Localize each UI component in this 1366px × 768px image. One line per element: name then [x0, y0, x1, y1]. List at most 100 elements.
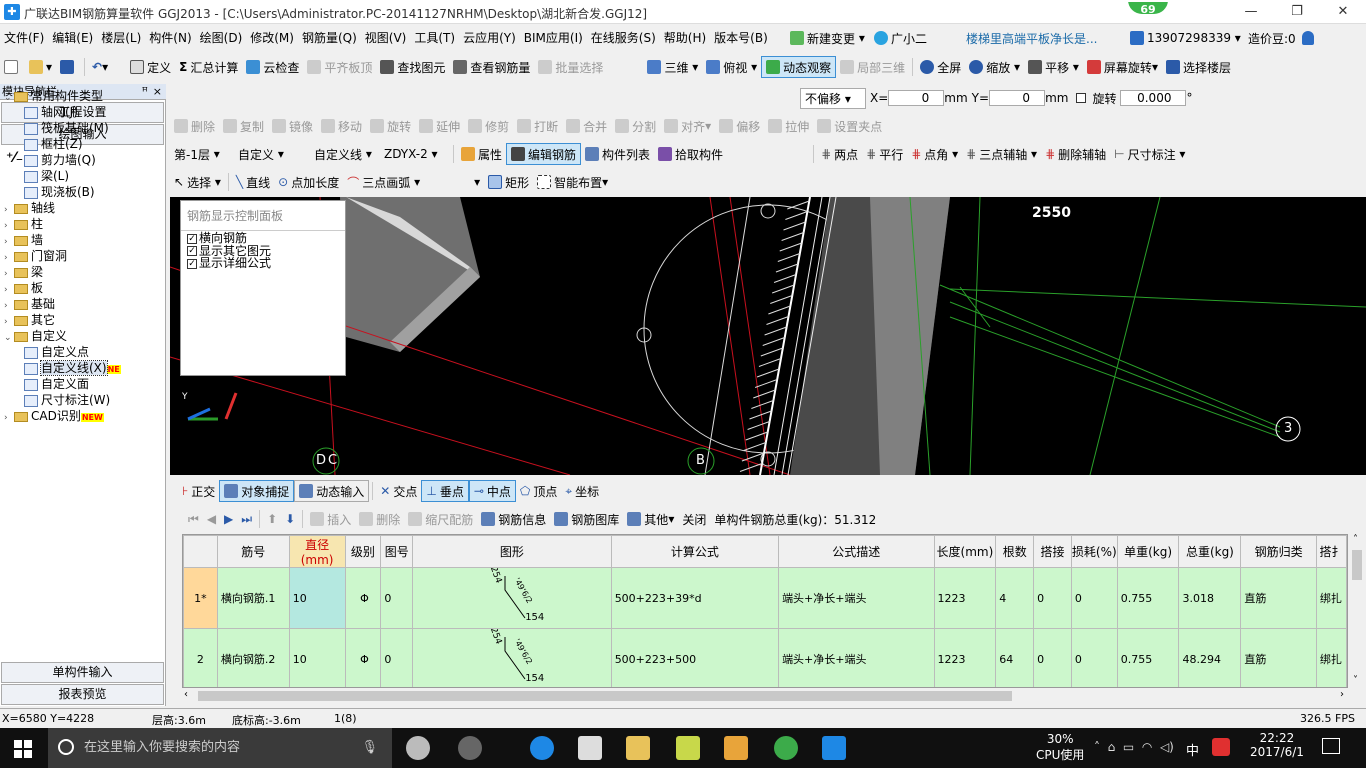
close-button[interactable]: ✕ — [1320, 0, 1366, 24]
insert-row-button[interactable]: 插入 — [306, 508, 355, 530]
pick-component-button[interactable]: 拾取构件 — [654, 143, 727, 165]
rectangle-button[interactable]: 矩形 — [484, 171, 533, 193]
checkbox-checked[interactable]: ✓ — [187, 233, 197, 244]
smart-layout-button[interactable]: 智能布置 ▾ — [533, 171, 612, 193]
maximize-button[interactable]: ❐ — [1274, 0, 1320, 24]
screen-rotate-button[interactable]: 屏幕旋转 ▾ — [1083, 56, 1162, 78]
midpoint-snap-button[interactable]: ⊸ 中点 — [468, 480, 516, 502]
col-count[interactable]: 根数 — [995, 535, 1035, 568]
menu-rebar[interactable]: 钢筋量(Q) — [298, 25, 361, 51]
arc-options-dropdown[interactable]: ▾ — [424, 171, 484, 193]
tree-item[interactable]: 筏板基础(M) — [4, 120, 164, 136]
tree-item[interactable]: ⌄ 常用构件类型 — [4, 88, 164, 104]
new-change-button[interactable]: 新建变更 ▾ — [790, 25, 865, 51]
tree-item[interactable]: › 墙 — [4, 232, 164, 248]
microphone-icon[interactable]: 🎙 — [361, 728, 378, 768]
scroll-left-icon[interactable]: ‹ — [184, 689, 188, 700]
dimension-button[interactable]: ⊢ 尺寸标注 ▾ — [1110, 143, 1189, 165]
cell-length[interactable]: 1223 — [933, 567, 997, 629]
ortho-button[interactable]: ⊦ 正交 — [178, 480, 219, 502]
tree-item[interactable]: 现浇板(B) — [4, 184, 164, 200]
delete-axis-button[interactable]: ⋕ 删除辅轴 — [1041, 143, 1110, 165]
cell-total-weight[interactable]: 3.018 — [1178, 567, 1242, 629]
col-shape[interactable]: 图形 — [412, 535, 612, 568]
component-name-select[interactable]: ZDYX-2 ▾ — [380, 143, 450, 165]
sogou-ime-icon[interactable] — [1212, 738, 1230, 756]
cell-figure-no[interactable]: 0 — [380, 567, 414, 629]
set-grip-button[interactable]: 设置夹点 — [813, 115, 886, 137]
cell-loss[interactable]: 0 — [1070, 628, 1118, 687]
col-formula-desc[interactable]: 公式描述 — [778, 535, 935, 568]
menu-bim[interactable]: BIM应用(I) — [520, 25, 587, 51]
stretch-button[interactable]: 拉伸 — [764, 115, 813, 137]
cell-length[interactable]: 1223 — [933, 628, 997, 687]
type-select[interactable]: 自定义 ▾ — [234, 143, 310, 165]
dynamic-input-button[interactable]: 动态输入 — [294, 480, 370, 502]
new-file-button[interactable] — [0, 56, 25, 78]
menu-tools[interactable]: 工具(T) — [410, 25, 459, 51]
offset-button[interactable]: 偏移 — [715, 115, 764, 137]
assistant-button[interactable]: 广小二 — [874, 25, 927, 51]
show-detailed-formula-option[interactable]: ✓ 显示详细公式 — [181, 257, 345, 269]
edit-rebar-button[interactable]: 编辑钢筋 — [506, 143, 582, 165]
parallel-axis-button[interactable]: ⋕ 平行 — [862, 143, 907, 165]
cell-count[interactable]: 4 — [995, 567, 1035, 629]
last-record-button[interactable]: ⏭ — [237, 508, 256, 530]
drawing-canvas[interactable]: 2550 D C B 3 Y — [170, 197, 1366, 475]
save-button[interactable] — [56, 56, 81, 78]
col-figure-no[interactable]: 图号 — [380, 535, 414, 568]
tree-item[interactable]: ⌄ 自定义 — [4, 328, 164, 344]
col-tie[interactable]: 搭扌 — [1315, 535, 1347, 568]
tree-item[interactable]: 剪力墙(Q) — [4, 152, 164, 168]
three-point-axis-button[interactable]: ⋕ 三点辅轴 ▾ — [962, 143, 1041, 165]
cell-shape[interactable]: 254 ʼ49‘6/2 154 — [412, 628, 612, 687]
3d-view-button[interactable]: 三维 ▾ — [643, 56, 702, 78]
scroll-right-icon[interactable]: › — [1340, 689, 1344, 700]
select-floor-button[interactable]: 选择楼层 — [1162, 56, 1235, 78]
x-offset-input[interactable]: 0 — [888, 90, 945, 106]
rebar-library-button[interactable]: 钢筋图库 — [550, 508, 623, 530]
table-row[interactable]: 1* 横向钢筋.1 10 Φ 0 254 ʼ49‘6/2 154 500+223… — [183, 567, 1347, 629]
tree-item[interactable]: › 基础 — [4, 296, 164, 312]
point-angle-button[interactable]: ⋕ 点角 ▾ — [907, 143, 962, 165]
tree-item[interactable]: 尺寸标注(W) — [4, 392, 164, 408]
move-down-button[interactable]: ⬇ — [281, 508, 299, 530]
tree-item[interactable]: › CAD识别NEW — [4, 408, 164, 424]
tree-item[interactable]: 自定义点 — [4, 344, 164, 360]
break-button[interactable]: 打断 — [513, 115, 562, 137]
cell-grade[interactable]: Φ — [344, 628, 382, 687]
row-index[interactable]: 1* — [183, 567, 218, 629]
move-button[interactable]: 移动 — [317, 115, 366, 137]
tray-icons[interactable]: ˄ ⌂ ▭ ◠ ◁) — [1094, 740, 1174, 754]
y-offset-input[interactable]: 0 — [989, 90, 1046, 106]
cell-category[interactable]: 直筋 — [1240, 567, 1317, 629]
col-grade[interactable]: 级别 — [344, 535, 382, 568]
offset-mode-select[interactable]: 不偏移 ▾ — [800, 87, 866, 109]
menu-component[interactable]: 构件(N) — [145, 25, 195, 51]
two-point-axis-button[interactable]: ⋕ 两点 — [817, 143, 862, 165]
horizontal-rebar-option[interactable]: ✓ 横向钢筋 — [181, 232, 345, 244]
top-view-button[interactable]: 俯视 ▾ — [702, 56, 761, 78]
tree-item[interactable]: › 其它 — [4, 312, 164, 328]
cell-shape[interactable]: 254 ʼ49‘6/2 154 — [412, 567, 612, 629]
checkbox-checked[interactable]: ✓ — [187, 246, 197, 256]
cell-figure-no[interactable]: 0 — [380, 628, 414, 687]
cell-grade[interactable]: Φ — [344, 567, 382, 629]
zoom-button[interactable]: 缩放 ▾ — [965, 56, 1024, 78]
col-unit-weight[interactable]: 单重(kg) — [1116, 535, 1180, 568]
batch-select-button[interactable]: 批量选择 — [534, 56, 607, 78]
store-icon[interactable] — [578, 736, 602, 760]
ime-indicator[interactable]: 中 — [1186, 740, 1199, 759]
extend-button[interactable]: 延伸 — [415, 115, 464, 137]
cell-formula[interactable]: 500+223+500 — [610, 628, 780, 687]
checkbox-checked[interactable]: ✓ — [187, 258, 197, 269]
scale-rebar-button[interactable]: 缩尺配筋 — [404, 508, 477, 530]
tree-item[interactable]: › 轴线 — [4, 200, 164, 216]
col-loss[interactable]: 损耗(%) — [1070, 535, 1118, 568]
coordinate-snap-button[interactable]: ⌖ 坐标 — [561, 480, 603, 502]
cell-formula-desc[interactable]: 端头+净长+端头 — [778, 567, 935, 629]
mirror-button[interactable]: 镜像 — [268, 115, 317, 137]
select-button[interactable]: ↖ 选择 ▾ — [170, 171, 225, 193]
cell-lap[interactable]: 0 — [1033, 628, 1072, 687]
dynamic-view-button[interactable]: 动态观察 — [761, 56, 837, 78]
